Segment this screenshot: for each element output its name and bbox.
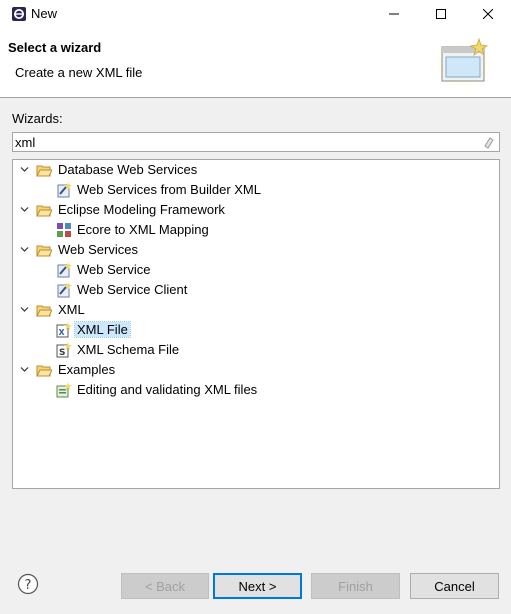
chevron-down-icon[interactable] <box>19 204 30 215</box>
title-bar: New <box>0 0 511 28</box>
tree-row-xml-schema-file[interactable]: S XML Schema File <box>13 340 499 360</box>
clear-field-icon[interactable] <box>482 136 495 149</box>
web-service-wizard-icon <box>57 262 72 278</box>
folder-open-icon <box>36 205 52 217</box>
filter-text: xml <box>15 135 36 150</box>
minimize-button[interactable] <box>371 0 417 28</box>
banner-message: Create a new XML file <box>15 65 143 80</box>
folder-open-icon <box>36 165 52 177</box>
svg-text:?: ? <box>25 578 32 593</box>
wizard-filter-input[interactable]: xml <box>12 132 500 152</box>
wizard-tree[interactable]: Database Web Services Web Services from … <box>12 159 500 489</box>
tree-row-label: XML File <box>74 321 131 338</box>
tree-row-eclipse-modeling-framework[interactable]: Eclipse Modeling Framework <box>13 200 499 220</box>
maximize-button[interactable] <box>418 0 464 28</box>
tree-row-database-web-services[interactable]: Database Web Services <box>13 160 499 180</box>
tree-row-web-services-from-builder-xml[interactable]: Web Services from Builder XML <box>13 180 499 200</box>
example-project-icon <box>56 382 72 398</box>
folder-open-icon <box>36 365 52 377</box>
svg-text:S: S <box>59 348 65 358</box>
finish-button[interactable]: Finish <box>311 573 400 599</box>
window-title: New <box>31 6 58 21</box>
minimize-icon <box>389 13 399 15</box>
tree-row-editing-and-validating-xml-files[interactable]: Editing and validating XML files <box>13 380 499 400</box>
xml-schema-file-icon: S <box>56 342 72 358</box>
help-icon[interactable]: ? <box>17 573 39 595</box>
svg-text:X: X <box>59 328 66 337</box>
back-button[interactable]: < Back <box>121 573 209 599</box>
tree-row-web-services[interactable]: Web Services <box>13 240 499 260</box>
chevron-down-icon[interactable] <box>19 304 30 315</box>
tree-row-label: Web Services from Builder XML <box>77 182 261 197</box>
tree-row-label: Web Services <box>58 242 138 257</box>
wizard-footer: ? < Back Next > Finish Cancel <box>0 551 511 614</box>
tree-row-label: Web Service <box>77 262 151 277</box>
tree-row-web-service[interactable]: Web Service <box>13 260 499 280</box>
folder-open-icon <box>36 305 52 317</box>
next-button[interactable]: Next > <box>213 573 302 599</box>
tree-row-label: Eclipse Modeling Framework <box>58 202 225 217</box>
tree-row-label: Editing and validating XML files <box>77 382 258 397</box>
wizard-content: Wizards: xml Database Web Services Web S… <box>0 98 511 551</box>
close-button[interactable] <box>465 0 511 28</box>
maximize-icon <box>436 9 446 19</box>
chevron-down-icon[interactable] <box>19 364 30 375</box>
web-service-wizard-icon <box>57 182 72 198</box>
tree-row-xml[interactable]: XML <box>13 300 499 320</box>
tree-row-label: Examples <box>58 362 116 377</box>
chevron-down-icon[interactable] <box>19 244 30 255</box>
tree-row-examples[interactable]: Examples <box>13 360 499 380</box>
wizards-label: Wizards: <box>12 111 63 126</box>
ecore-mapping-icon <box>57 223 71 237</box>
eclipse-icon <box>12 7 26 21</box>
chevron-down-icon[interactable] <box>19 164 30 175</box>
xml-file-icon: X <box>56 322 72 338</box>
wizard-header-banner: Select a wizard Create a new XML file <box>0 28 511 98</box>
tree-row-label: XML <box>58 302 85 317</box>
tree-row-web-service-client[interactable]: Web Service Client <box>13 280 499 300</box>
cancel-button[interactable]: Cancel <box>410 573 499 599</box>
tree-row-label: Ecore to XML Mapping <box>77 222 209 237</box>
banner-title: Select a wizard <box>8 40 102 55</box>
close-icon <box>483 9 493 19</box>
new-wizard-banner-icon <box>437 37 493 89</box>
tree-row-ecore-to-xml-mapping[interactable]: Ecore to XML Mapping <box>13 220 499 240</box>
tree-row-label: XML Schema File <box>77 342 180 357</box>
web-service-wizard-icon <box>57 282 72 298</box>
tree-row-label: Database Web Services <box>58 162 198 177</box>
tree-row-xml-file[interactable]: X XML File <box>13 320 499 340</box>
tree-row-label: Web Service Client <box>77 282 188 297</box>
folder-open-icon <box>36 245 52 257</box>
